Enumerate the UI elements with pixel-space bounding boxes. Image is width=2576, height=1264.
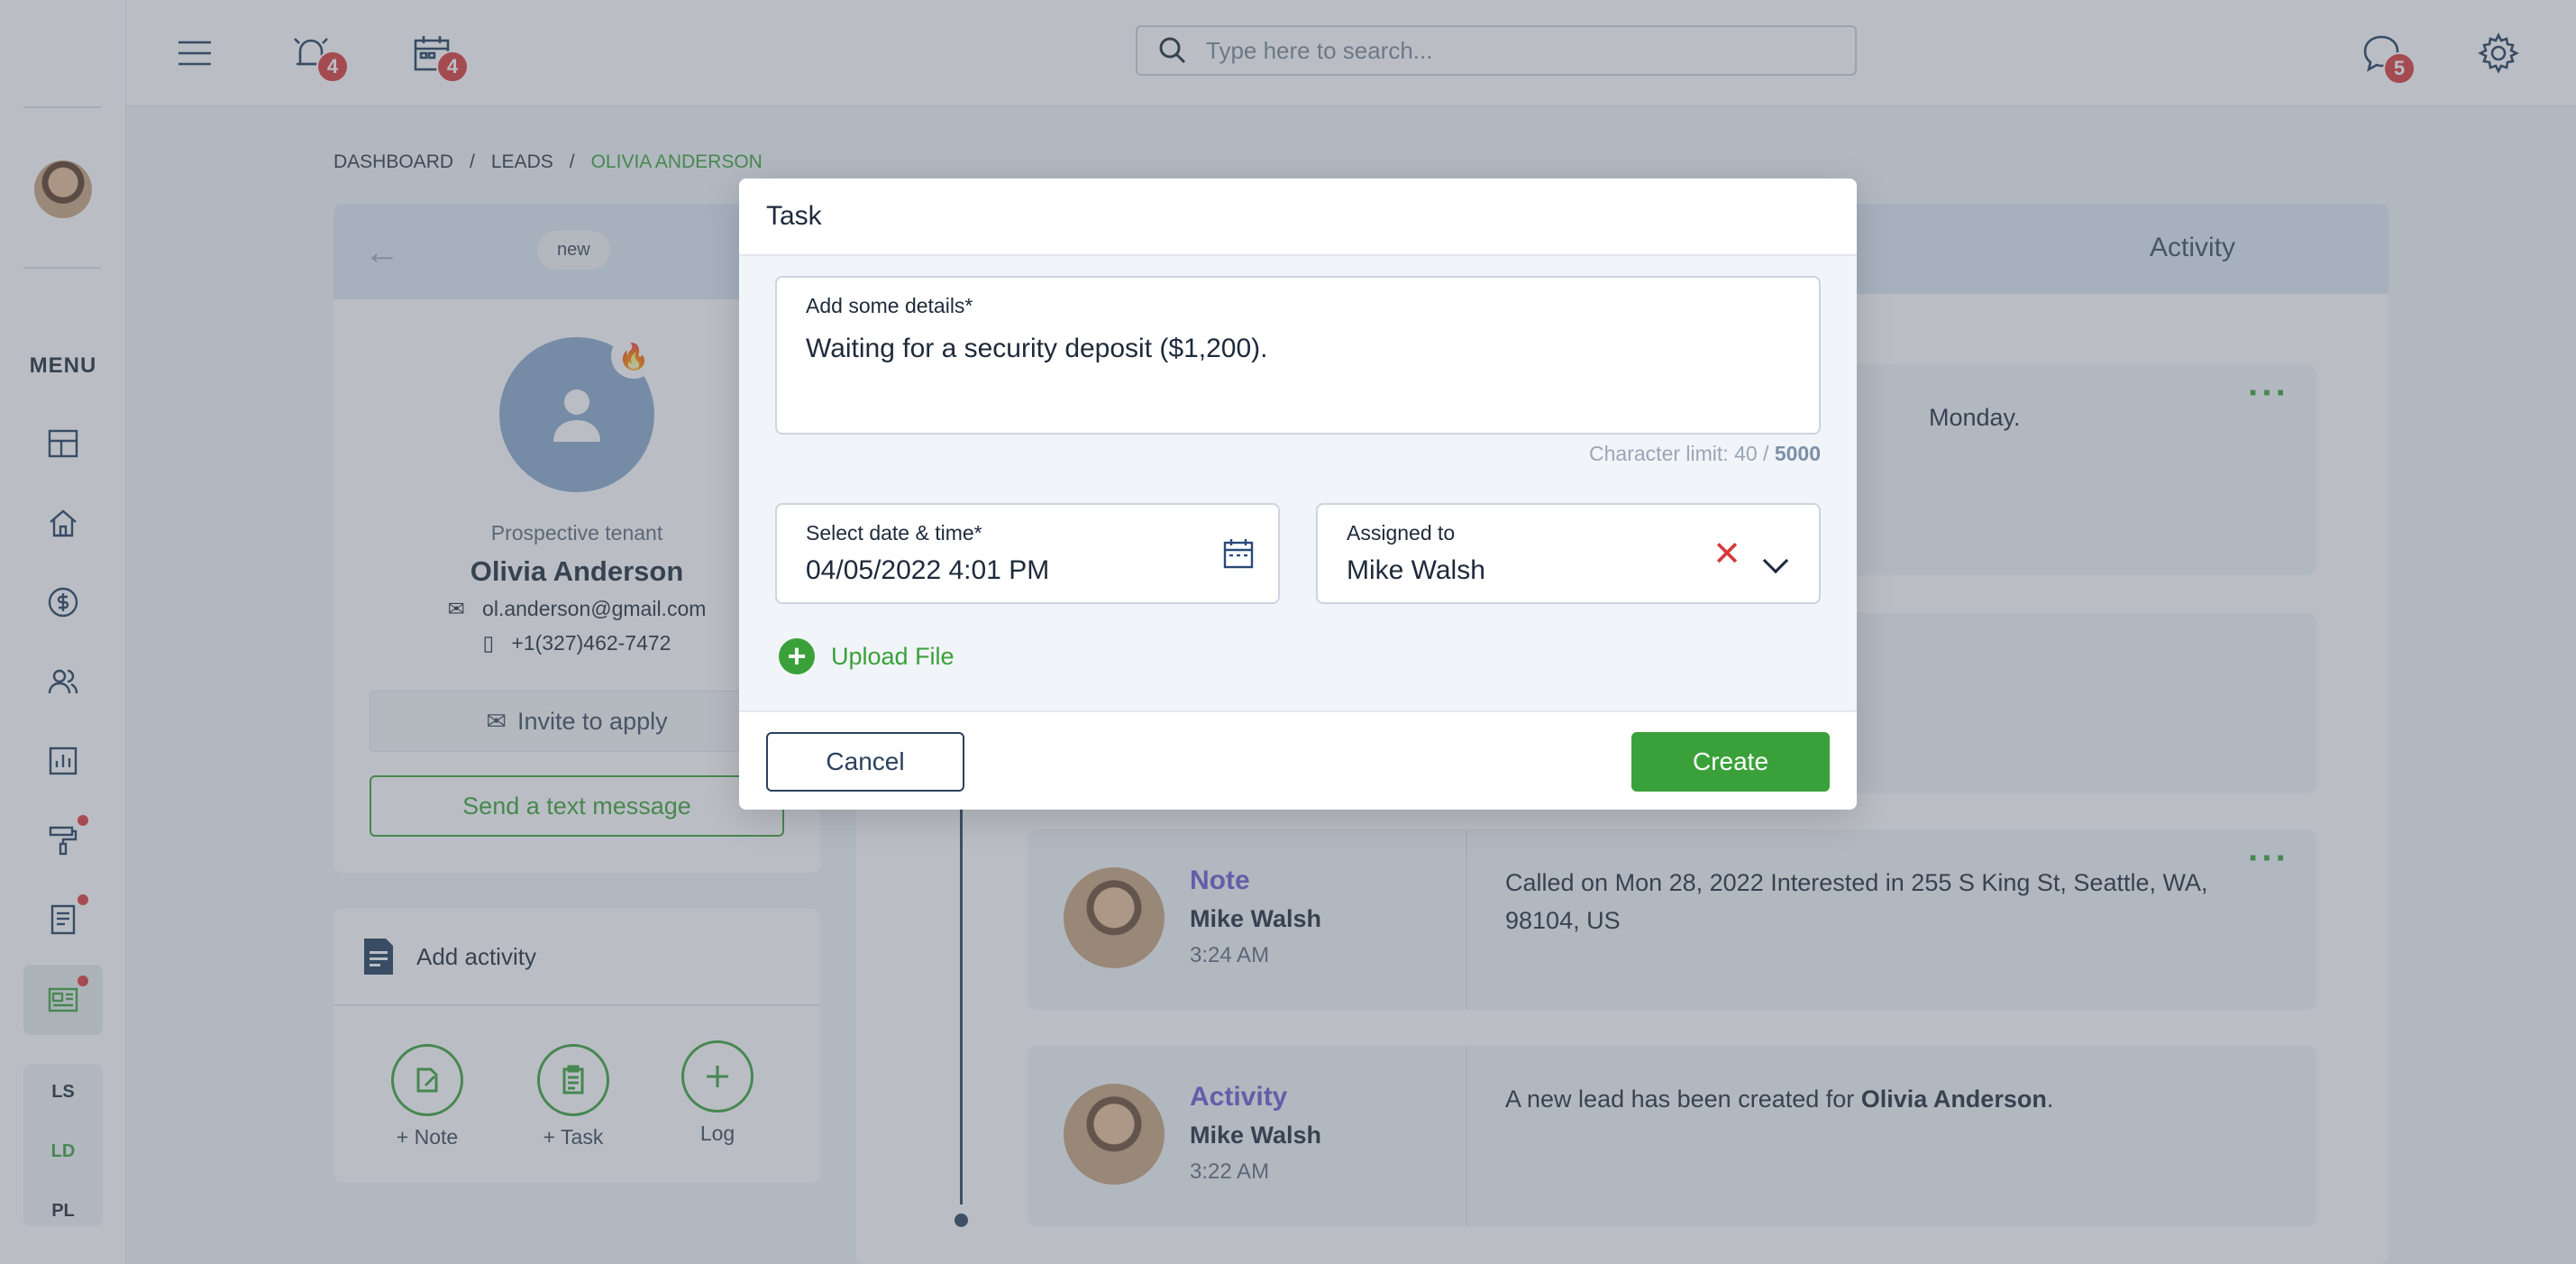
task-modal: Task Add some details* Waiting for a sec… bbox=[739, 179, 1857, 810]
modal-title: Task bbox=[739, 179, 1857, 256]
date-time-field[interactable]: Select date & time* 04/05/2022 4:01 PM bbox=[775, 503, 1280, 604]
date-value: 04/05/2022 4:01 PM bbox=[806, 555, 1050, 585]
assigned-label: Assigned to bbox=[1347, 521, 1456, 545]
chevron-down-icon[interactable] bbox=[1762, 547, 1789, 574]
details-label: Add some details* bbox=[806, 294, 973, 317]
assigned-value: Mike Walsh bbox=[1347, 555, 1485, 585]
calendar-icon[interactable] bbox=[1220, 536, 1256, 572]
upload-file-button[interactable]: + Upload File bbox=[779, 638, 955, 674]
character-limit: Character limit: 40 / 5000 bbox=[1589, 442, 1821, 465]
clear-icon[interactable]: ✕ bbox=[1713, 537, 1741, 572]
plus-icon: + bbox=[779, 638, 815, 674]
assigned-to-field[interactable]: Assigned to Mike Walsh ✕ bbox=[1316, 503, 1821, 604]
details-value: Waiting for a security deposit ($1,200). bbox=[806, 334, 1268, 363]
upload-label: Upload File bbox=[831, 642, 955, 670]
cancel-button[interactable]: Cancel bbox=[766, 732, 964, 792]
modal-footer: Cancel Create bbox=[739, 710, 1857, 810]
create-button[interactable]: Create bbox=[1631, 732, 1830, 792]
details-field[interactable]: Add some details* Waiting for a security… bbox=[775, 276, 1821, 435]
date-label: Select date & time* bbox=[806, 521, 982, 545]
